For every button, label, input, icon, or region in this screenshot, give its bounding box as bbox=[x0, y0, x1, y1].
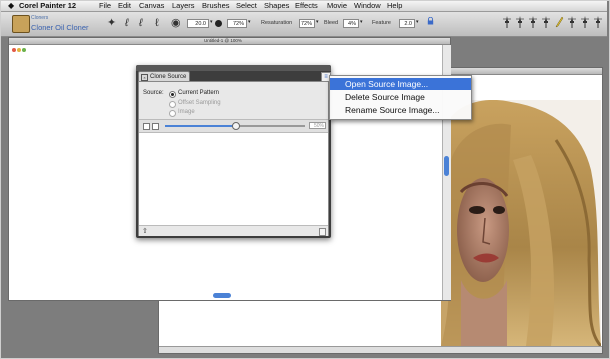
size-field[interactable]: 20.0 bbox=[187, 19, 209, 28]
opacity-slider-fill bbox=[165, 125, 235, 127]
menu-effects[interactable]: Effects bbox=[295, 1, 318, 11]
radio-current-pattern[interactable] bbox=[169, 91, 176, 98]
feature-label: Feature bbox=[372, 20, 391, 26]
recent-brush-6-icon[interactable] bbox=[567, 16, 577, 28]
menu-select[interactable]: Select bbox=[236, 1, 257, 11]
menu-window[interactable]: Window bbox=[354, 1, 381, 11]
stroke-type-icon[interactable]: ✦ bbox=[107, 18, 116, 29]
opacity-slider-knob[interactable] bbox=[232, 122, 240, 130]
brush-category-label: Cloners bbox=[31, 15, 49, 21]
menu-bar: ◆ Corel Painter 12 File Edit Canvas Laye… bbox=[1, 1, 607, 12]
image-option-label: Image bbox=[178, 109, 195, 115]
resaturation-field[interactable]: 72% bbox=[299, 19, 315, 28]
menu-help[interactable]: Help bbox=[387, 1, 402, 11]
brush-selector-icon[interactable] bbox=[12, 15, 30, 33]
recent-brush-7-icon[interactable] bbox=[580, 16, 590, 28]
palette-footer: ⇧ bbox=[139, 225, 328, 236]
delete-source-icon[interactable] bbox=[319, 228, 326, 236]
recent-brush-5-icon[interactable] bbox=[554, 16, 564, 28]
opacity-slider-row: 50% bbox=[139, 119, 328, 133]
close-window-icon[interactable] bbox=[12, 48, 16, 52]
brush-ghost-icon[interactable]: ℓ bbox=[155, 18, 159, 29]
radio-image[interactable] bbox=[169, 110, 176, 117]
palette-body: Source: Current Pattern Offset Sampling … bbox=[138, 81, 329, 236]
document-title: Untitled-1 @ 100% bbox=[204, 38, 242, 43]
bleed-field[interactable]: 4% bbox=[343, 19, 359, 28]
menu-layers[interactable]: Layers bbox=[172, 1, 195, 11]
recent-brush-2-icon[interactable] bbox=[515, 16, 525, 28]
menu-brushes[interactable]: Brushes bbox=[202, 1, 230, 11]
feature-field[interactable]: 2.0 bbox=[399, 19, 415, 28]
vertical-scroll-thumb[interactable] bbox=[444, 156, 449, 176]
lock-icon[interactable] bbox=[427, 17, 434, 25]
menu-item-rename-source-image[interactable]: Rename Source Image... bbox=[330, 104, 471, 116]
untitled-titlebar[interactable]: Untitled-1 @ 100% bbox=[9, 38, 450, 52]
image-status-bar bbox=[159, 346, 602, 353]
portrait-image bbox=[441, 100, 601, 346]
source-options: Source: Current Pattern Offset Sampling … bbox=[139, 82, 328, 119]
menu-shapes[interactable]: Shapes bbox=[264, 1, 289, 11]
freehand-stroke-icon[interactable]: ℓ bbox=[125, 18, 129, 29]
menu-movie[interactable]: Movie bbox=[327, 1, 347, 11]
zoom-window-icon[interactable] bbox=[22, 48, 26, 52]
menu-item-open-source-image[interactable]: Open Source Image... bbox=[330, 78, 471, 90]
opacity-dropdown-icon[interactable]: ▾ bbox=[248, 19, 251, 25]
app-menu[interactable]: Corel Painter 12 bbox=[19, 1, 76, 11]
recent-brush-4-icon[interactable] bbox=[541, 16, 551, 28]
close-palette-icon[interactable]: × bbox=[141, 74, 148, 81]
add-source-icon[interactable]: ⇧ bbox=[142, 227, 148, 235]
bleed-label: Bleed bbox=[324, 20, 339, 26]
menu-file[interactable]: File bbox=[99, 1, 111, 11]
opacity-dot-icon bbox=[215, 20, 222, 27]
straight-stroke-icon[interactable]: ℓ bbox=[139, 18, 143, 29]
resaturation-label: Resaturation bbox=[261, 20, 293, 26]
dab-preview-icon[interactable]: ◉ bbox=[171, 18, 181, 29]
menu-canvas[interactable]: Canvas bbox=[139, 1, 164, 11]
opacity-field[interactable]: 72% bbox=[227, 19, 247, 28]
current-pattern-label: Current Pattern bbox=[178, 90, 220, 96]
clone-source-context-menu: Open Source Image... Delete Source Image… bbox=[329, 75, 472, 120]
recent-brushes-strip bbox=[498, 14, 606, 34]
menu-item-delete-source-image[interactable]: Delete Source Image bbox=[330, 91, 471, 103]
horizontal-scroll-thumb[interactable] bbox=[213, 293, 231, 298]
menu-edit[interactable]: Edit bbox=[118, 1, 131, 11]
recent-brush-8-icon[interactable] bbox=[593, 16, 603, 28]
opacity-slider[interactable] bbox=[165, 122, 305, 130]
feature-dropdown-icon[interactable]: ▾ bbox=[416, 19, 419, 25]
radio-offset-sampling[interactable] bbox=[169, 101, 176, 108]
opacity-value-field[interactable]: 50% bbox=[309, 122, 326, 129]
bleed-dropdown-icon[interactable]: ▾ bbox=[360, 19, 363, 25]
minimize-window-icon[interactable] bbox=[17, 48, 21, 52]
source-thumbnail-icon[interactable] bbox=[152, 123, 159, 130]
tab-clone-source-label: Clone Source bbox=[150, 74, 187, 80]
size-dropdown-icon[interactable]: ▾ bbox=[210, 19, 213, 25]
offset-sampling-label: Offset Sampling bbox=[178, 100, 221, 106]
window-controls bbox=[12, 39, 27, 57]
resaturation-dropdown-icon[interactable]: ▾ bbox=[316, 19, 319, 25]
property-bar: Cloners Cloner Oil Cloner ✦ ℓ ℓ ℓ ◉ 20.0… bbox=[1, 12, 607, 37]
apple-icon[interactable]: ◆ bbox=[8, 1, 14, 11]
recent-brush-3-icon[interactable] bbox=[528, 16, 538, 28]
recent-brush-1-icon[interactable] bbox=[502, 16, 512, 28]
show-source-checkbox[interactable] bbox=[143, 123, 150, 130]
brush-variant-label[interactable]: Cloner Oil Cloner bbox=[31, 23, 89, 32]
source-label: Source: bbox=[143, 90, 164, 96]
clone-source-palette: × Clone Source ≡ Source: Current Pattern … bbox=[136, 65, 331, 238]
